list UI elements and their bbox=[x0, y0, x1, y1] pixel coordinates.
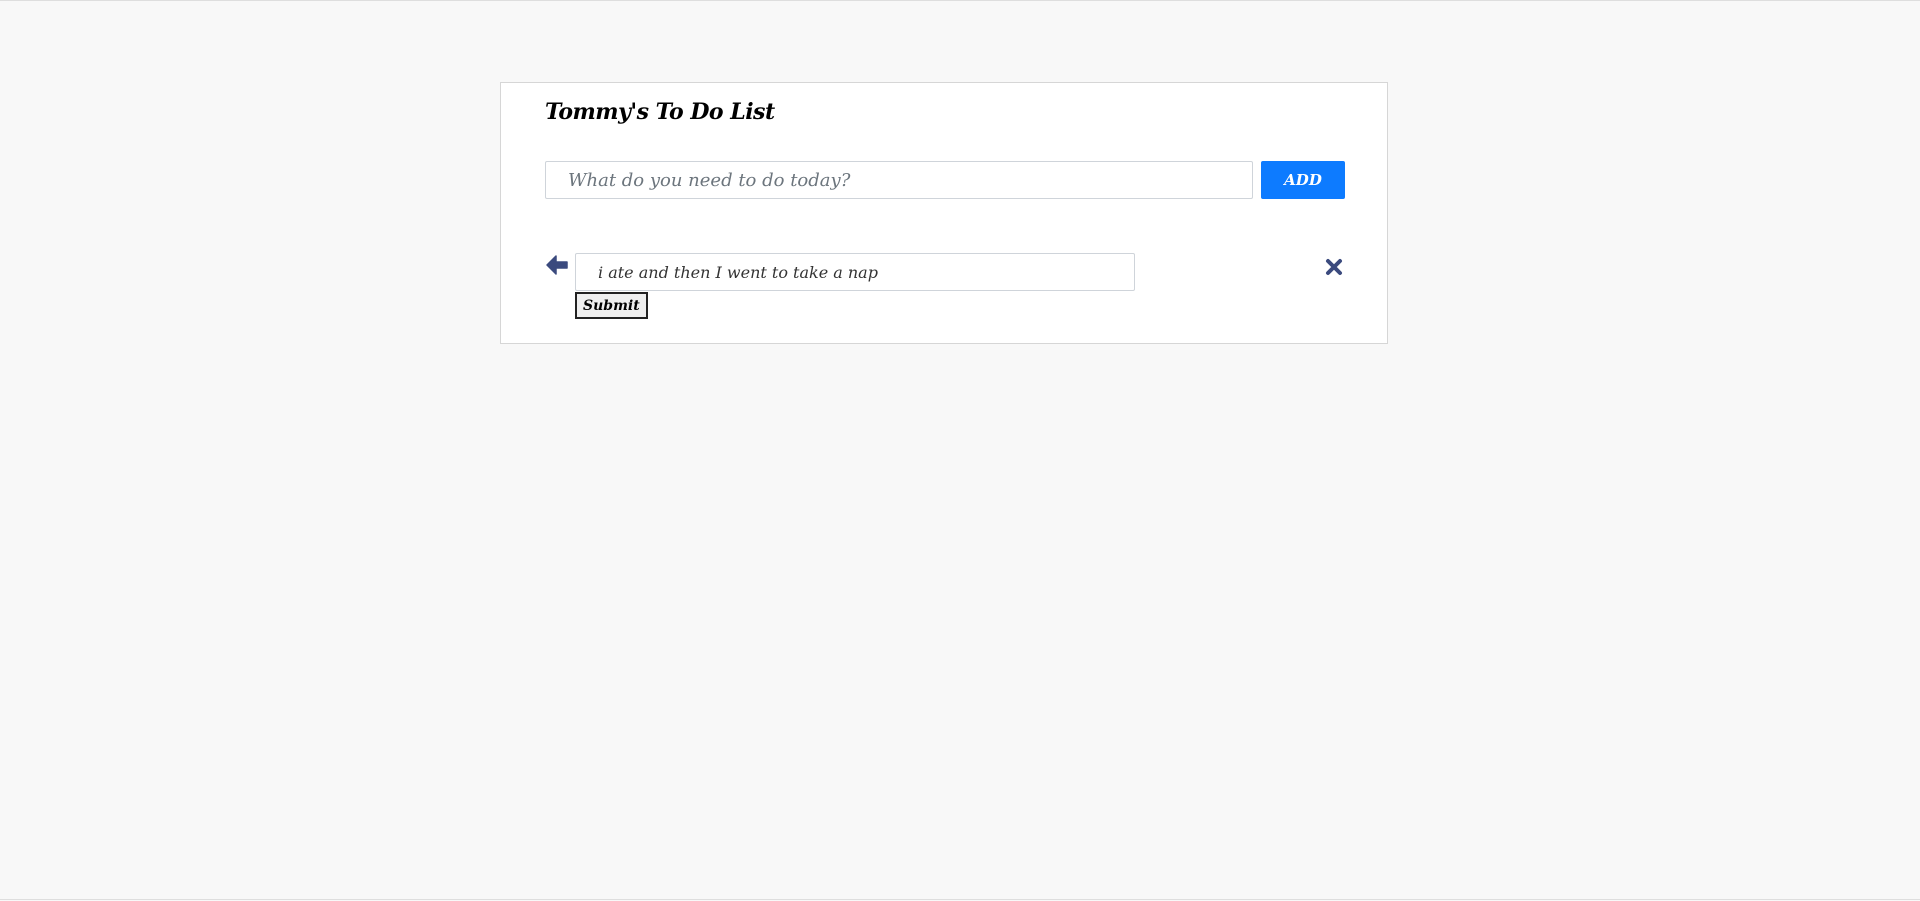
todo-card: Tommy's To Do List ADD Submit bbox=[500, 82, 1388, 344]
close-icon[interactable] bbox=[1325, 258, 1343, 276]
page-title: Tommy's To Do List bbox=[545, 99, 775, 125]
todo-item: Submit bbox=[545, 253, 1345, 323]
add-button[interactable]: ADD bbox=[1261, 161, 1345, 199]
edit-todo-input[interactable] bbox=[575, 253, 1135, 291]
bottom-divider bbox=[0, 899, 1920, 900]
arrow-left-icon[interactable] bbox=[545, 253, 569, 277]
submit-button[interactable]: Submit bbox=[575, 292, 648, 319]
top-divider bbox=[0, 0, 1920, 1]
new-todo-input[interactable] bbox=[545, 161, 1253, 199]
